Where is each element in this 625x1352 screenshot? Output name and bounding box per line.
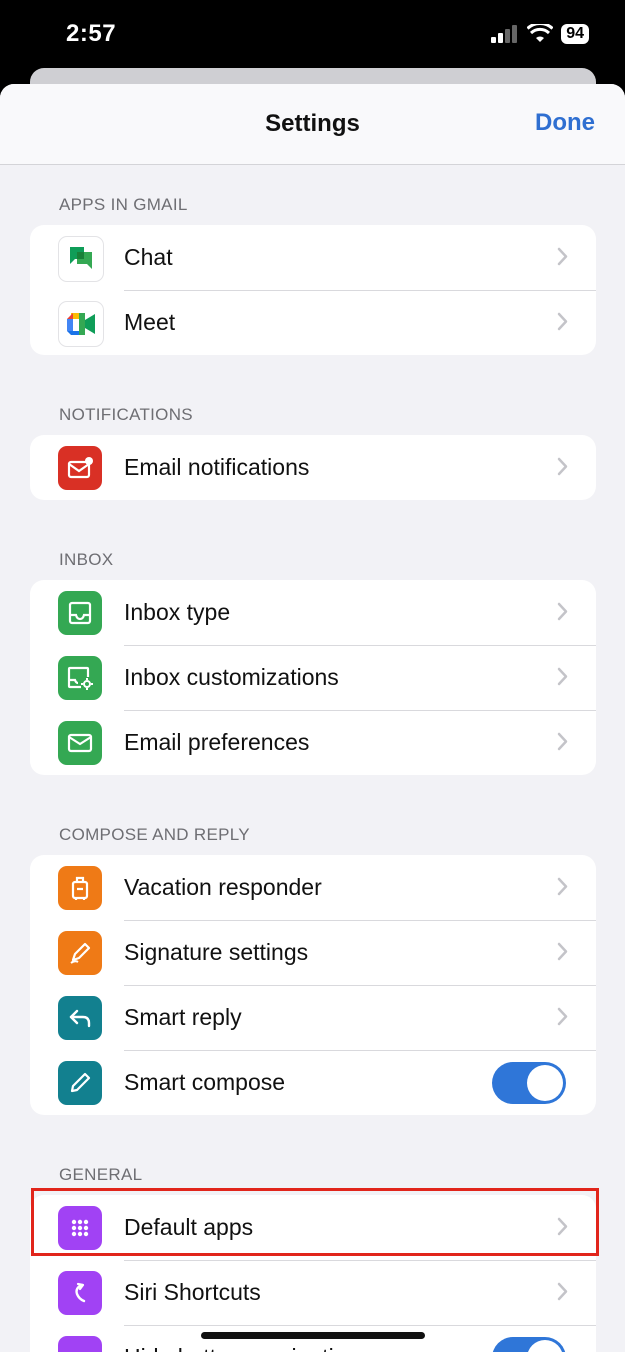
settings-row-email-notifications[interactable]: Email notifications (30, 435, 596, 500)
chevron-right-icon (557, 602, 568, 621)
settings-row-email-preferences[interactable]: Email preferences (30, 710, 596, 775)
meet-icon (58, 301, 104, 347)
nav-bar: Settings Done (0, 84, 625, 165)
settings-row-label: Vacation responder (124, 874, 322, 900)
settings-row-label: Email notifications (124, 454, 310, 480)
cellular-signal-icon (491, 25, 518, 43)
settings-row-siri-shortcuts[interactable]: Siri Shortcuts (30, 1260, 596, 1325)
highlight-box (31, 1188, 599, 1256)
siri-shortcut-icon (58, 1271, 102, 1315)
battery-indicator: 94 (561, 24, 589, 44)
settings-row-label: Siri Shortcuts (124, 1279, 261, 1305)
wifi-icon (527, 24, 554, 42)
settings-row-smart-compose: Smart compose (30, 1050, 596, 1115)
hide-bottom-navigation-toggle[interactable] (492, 1337, 566, 1352)
group-inbox: Inbox type Inbox customizations Email pr… (30, 580, 596, 775)
section-header-notifications: NOTIFICATIONS (59, 405, 193, 424)
toggle-knob (527, 1340, 563, 1352)
chevron-right-icon (557, 877, 568, 896)
settings-row-chat[interactable]: Chat (30, 225, 596, 290)
status-icons: 94 (491, 24, 589, 44)
navigation-bar-icon (58, 1336, 102, 1352)
settings-row-smart-reply[interactable]: Smart reply (30, 985, 596, 1050)
home-indicator[interactable] (201, 1332, 425, 1339)
chevron-right-icon (557, 1007, 568, 1026)
done-button[interactable]: Done (535, 109, 595, 137)
settings-row-vacation-responder[interactable]: Vacation responder (30, 855, 596, 920)
section-header-apps: APPS IN GMAIL (59, 195, 188, 214)
email-notification-icon (58, 446, 102, 490)
luggage-icon (58, 866, 102, 910)
section-header-general: GENERAL (59, 1165, 143, 1184)
section-header-inbox: INBOX (59, 550, 114, 569)
chevron-right-icon (557, 667, 568, 686)
smart-compose-toggle[interactable] (492, 1062, 566, 1104)
chevron-right-icon (557, 247, 568, 266)
reply-arrow-icon (58, 996, 102, 1040)
settings-row-label: Hide bottom navigation (124, 1344, 359, 1352)
settings-row-label: Signature settings (124, 939, 309, 965)
status-time: 2:57 (66, 20, 117, 47)
settings-row-label: Meet (124, 309, 176, 335)
group-compose: Vacation responder Signature settings Sm… (30, 855, 596, 1115)
settings-row-label: Email preferences (124, 729, 310, 755)
chevron-right-icon (557, 1282, 568, 1301)
settings-row-inbox-customizations[interactable]: Inbox customizations (30, 645, 596, 710)
group-notifications: Email notifications (30, 435, 596, 500)
section-header-compose: COMPOSE AND REPLY (59, 825, 250, 844)
chat-icon (58, 236, 104, 282)
group-apps: Chat Meet (30, 225, 596, 355)
toggle-knob (527, 1065, 563, 1101)
chevron-right-icon (557, 942, 568, 961)
settings-row-inbox-type[interactable]: Inbox type (30, 580, 596, 645)
chevron-right-icon (557, 732, 568, 751)
settings-row-meet[interactable]: Meet (30, 290, 596, 355)
signature-pen-icon (58, 931, 102, 975)
settings-row-label: Smart compose (124, 1069, 286, 1095)
settings-row-label: Smart reply (124, 1004, 242, 1030)
chevron-right-icon (557, 457, 568, 476)
settings-row-label: Chat (124, 244, 173, 270)
chevron-right-icon (557, 312, 568, 331)
status-bar: 2:57 94 (0, 0, 625, 70)
mail-icon (58, 721, 102, 765)
settings-row-signature-settings[interactable]: Signature settings (30, 920, 596, 985)
inbox-settings-icon (58, 656, 102, 700)
settings-row-label: Inbox type (124, 599, 231, 625)
pencil-icon (58, 1061, 102, 1105)
settings-row-label: Inbox customizations (124, 664, 339, 690)
page-title: Settings (265, 110, 360, 137)
inbox-tray-icon (58, 591, 102, 635)
settings-sheet: Settings Done APPS IN GMAIL Chat Meet NO… (0, 84, 625, 1352)
